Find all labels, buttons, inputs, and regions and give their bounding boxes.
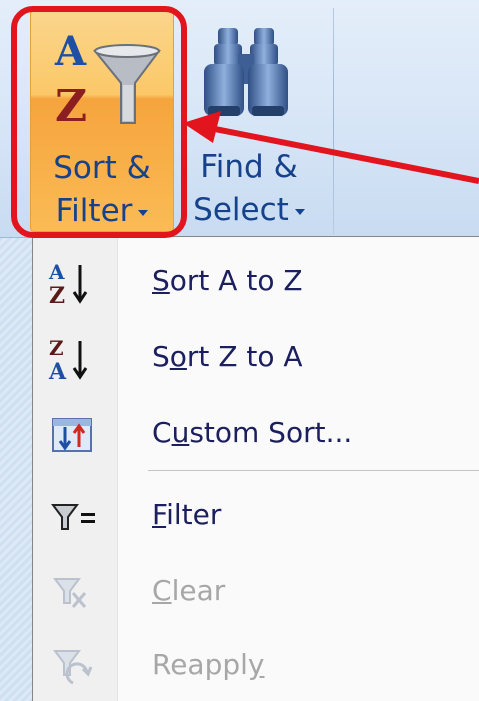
ribbon-editing-group: A Z Sort & Filter Find & Select xyxy=(0,0,479,238)
menu-item-sort-a-to-z[interactable]: A Z Sort A to Z xyxy=(33,245,479,319)
menu-item-filter[interactable]: Filter xyxy=(33,479,479,553)
menu-item-clear: Clear xyxy=(33,555,479,629)
chevron-down-icon xyxy=(138,209,149,216)
menu-item-label: Sort A to Z xyxy=(152,264,303,297)
reapply-filter-icon xyxy=(53,650,93,685)
sort-z-to-a-icon: Z A xyxy=(48,336,88,381)
menu-item-label: Custom Sort... xyxy=(152,416,353,449)
custom-sort-icon xyxy=(52,418,92,452)
menu-separator xyxy=(148,470,479,471)
sort-filter-button[interactable]: A Z Sort & Filter xyxy=(30,10,174,232)
menu-item-reapply: Reapply xyxy=(33,629,479,701)
chevron-down-icon xyxy=(294,208,305,215)
sort-filter-label-line1: Sort & xyxy=(53,150,151,186)
svg-text:Z: Z xyxy=(49,336,64,360)
find-select-label-line1: Find & xyxy=(200,149,298,185)
menu-item-label: Filter xyxy=(152,498,222,531)
svg-text:Z: Z xyxy=(55,81,87,129)
svg-text:A: A xyxy=(48,359,67,381)
svg-text:Z: Z xyxy=(49,283,65,305)
find-select-button[interactable]: Find & Select xyxy=(178,10,320,232)
sort-filter-menu: A Z Sort A to Z Z A Sort Z to A Custom S… xyxy=(32,236,479,701)
svg-text:A: A xyxy=(48,260,65,284)
filter-icon xyxy=(51,504,95,530)
menu-item-custom-sort[interactable]: Custom Sort... xyxy=(33,397,479,471)
menu-item-label: Sort Z to A xyxy=(152,340,303,373)
sort-filter-label-line2: Filter xyxy=(31,191,173,231)
sort-a-to-z-icon: A Z xyxy=(48,260,88,305)
binoculars-icon xyxy=(204,28,288,116)
ribbon-separator xyxy=(333,8,334,234)
find-select-label-line2: Select xyxy=(178,190,320,230)
menu-item-label: Reapply xyxy=(152,648,265,681)
menu-item-label: Clear xyxy=(152,574,226,607)
clear-filter-icon xyxy=(53,578,87,608)
svg-text:A: A xyxy=(54,28,87,75)
menu-item-sort-z-to-a[interactable]: Z A Sort Z to A xyxy=(33,321,479,395)
sort-filter-icon: A Z xyxy=(54,28,161,129)
